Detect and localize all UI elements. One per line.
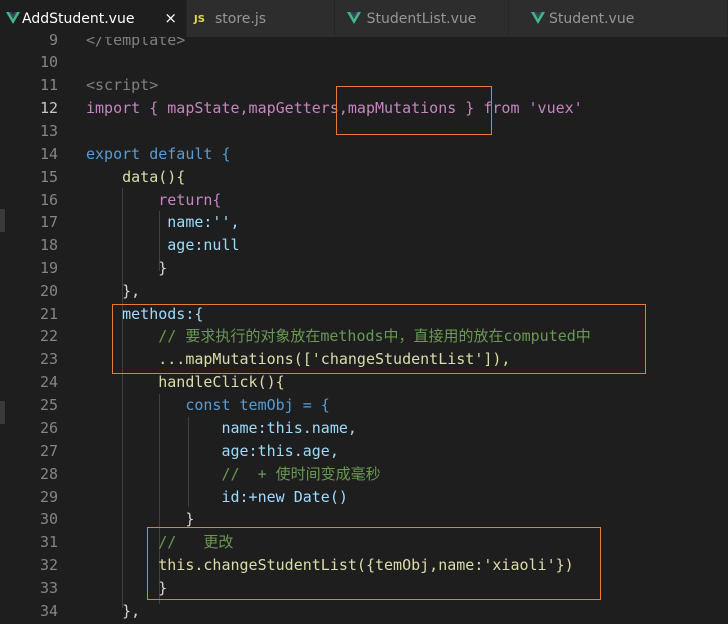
tab-label: StudentList.vue <box>366 10 477 27</box>
vue-icon <box>531 10 545 26</box>
line-number: 31 <box>39 533 58 551</box>
code-editor[interactable]: </template> <script> import { mapState,m… <box>58 37 728 624</box>
code-line: } <box>86 259 168 277</box>
line-number: 33 <box>39 579 58 597</box>
code-line: </template> <box>86 37 186 49</box>
code-line: }, <box>86 602 141 620</box>
line-number: 12 <box>39 99 58 117</box>
highlight-box <box>147 527 601 600</box>
highlight-box <box>112 304 646 374</box>
line-number: 27 <box>39 442 58 460</box>
code-line: name:'', <box>86 213 240 231</box>
vue-icon <box>6 10 20 26</box>
code-line: }, <box>86 282 141 300</box>
line-number: 13 <box>39 122 58 140</box>
line-number: 9 <box>48 31 58 49</box>
code-line: age:this.age, <box>86 442 339 460</box>
editor-tab-bar: AddStudent.vue × JS store.js StudentList… <box>0 0 728 37</box>
code-line: export default { <box>86 145 231 163</box>
line-number: 20 <box>39 282 58 300</box>
tab-store-js[interactable]: JS store.js <box>187 0 335 37</box>
line-number: 14 <box>39 145 58 163</box>
line-number: 28 <box>39 465 58 483</box>
code-line: const temObj = { <box>86 396 330 414</box>
vue-icon <box>347 10 361 26</box>
tab-label: Student.vue <box>549 10 635 27</box>
line-number-gutter: 9 10 11 12 13 14 15 16 17 18 19 20 21 22… <box>0 31 58 624</box>
tab-label: store.js <box>215 10 267 27</box>
line-number: 23 <box>39 350 58 368</box>
code-line: import { mapState,mapGetters,mapMutation… <box>86 99 583 117</box>
line-number: 29 <box>39 488 58 506</box>
line-number: 11 <box>39 76 58 94</box>
tab-studentlist-vue[interactable]: StudentList.vue <box>335 0 509 37</box>
code-line: id:+new Date() <box>86 488 348 506</box>
code-line: age:null <box>86 236 240 254</box>
line-number: 10 <box>39 53 58 71</box>
close-icon[interactable]: × <box>164 9 177 27</box>
code-line: data(){ <box>86 168 186 186</box>
line-number: 21 <box>39 305 58 323</box>
line-number: 15 <box>39 168 58 186</box>
line-number: 16 <box>39 191 58 209</box>
line-number: 24 <box>39 373 58 391</box>
line-number: 18 <box>39 236 58 254</box>
code-line: handleClick(){ <box>86 373 285 391</box>
line-number: 22 <box>39 327 58 345</box>
tab-label: AddStudent.vue <box>22 10 135 27</box>
line-number: 34 <box>39 602 58 620</box>
line-number: 32 <box>39 556 58 574</box>
js-icon: JS <box>194 13 205 25</box>
line-number: 26 <box>39 419 58 437</box>
tab-student-vue[interactable]: Student.vue <box>509 0 728 37</box>
code-line: return{ <box>86 191 222 209</box>
line-number: 19 <box>39 259 58 277</box>
code-line: // + 使时间变成毫秒 <box>86 465 381 483</box>
line-number: 25 <box>39 396 58 414</box>
code-line: <script> <box>86 76 159 94</box>
line-number: 30 <box>39 510 58 528</box>
code-line: name:this.name, <box>86 419 357 437</box>
highlight-box <box>336 86 492 135</box>
line-number: 17 <box>39 213 58 231</box>
